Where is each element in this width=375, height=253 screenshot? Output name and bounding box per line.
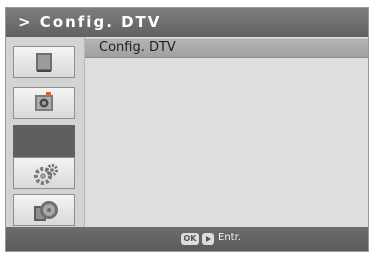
hint-bar: OK Entr. [6,227,368,251]
menu-panel: Config. DTV [85,37,368,229]
sidebar-item-picture[interactable] [13,46,75,78]
menu-item-config-dtv[interactable]: Config. DTV [85,38,368,58]
enter-hint-label: Entr. [218,232,241,243]
cards-disc-icon [34,201,58,221]
speaker-icon [35,92,53,111]
menu-item-label: Config. DTV [99,40,176,55]
tv-screen-icon [36,53,52,72]
right-arrow-icon [202,233,214,245]
gear-icon [34,164,58,185]
sidebar-item-applications[interactable] [13,194,75,226]
ok-button-icon: OK [181,233,199,245]
sidebar-item-settings[interactable] [13,157,75,189]
category-sidebar [6,37,85,229]
tv-menu-screen: > Config. DTV Config. DTV OK Entr. [5,7,369,252]
page-title: > Config. DTV [6,8,368,37]
sidebar-item-sound[interactable] [13,87,75,119]
